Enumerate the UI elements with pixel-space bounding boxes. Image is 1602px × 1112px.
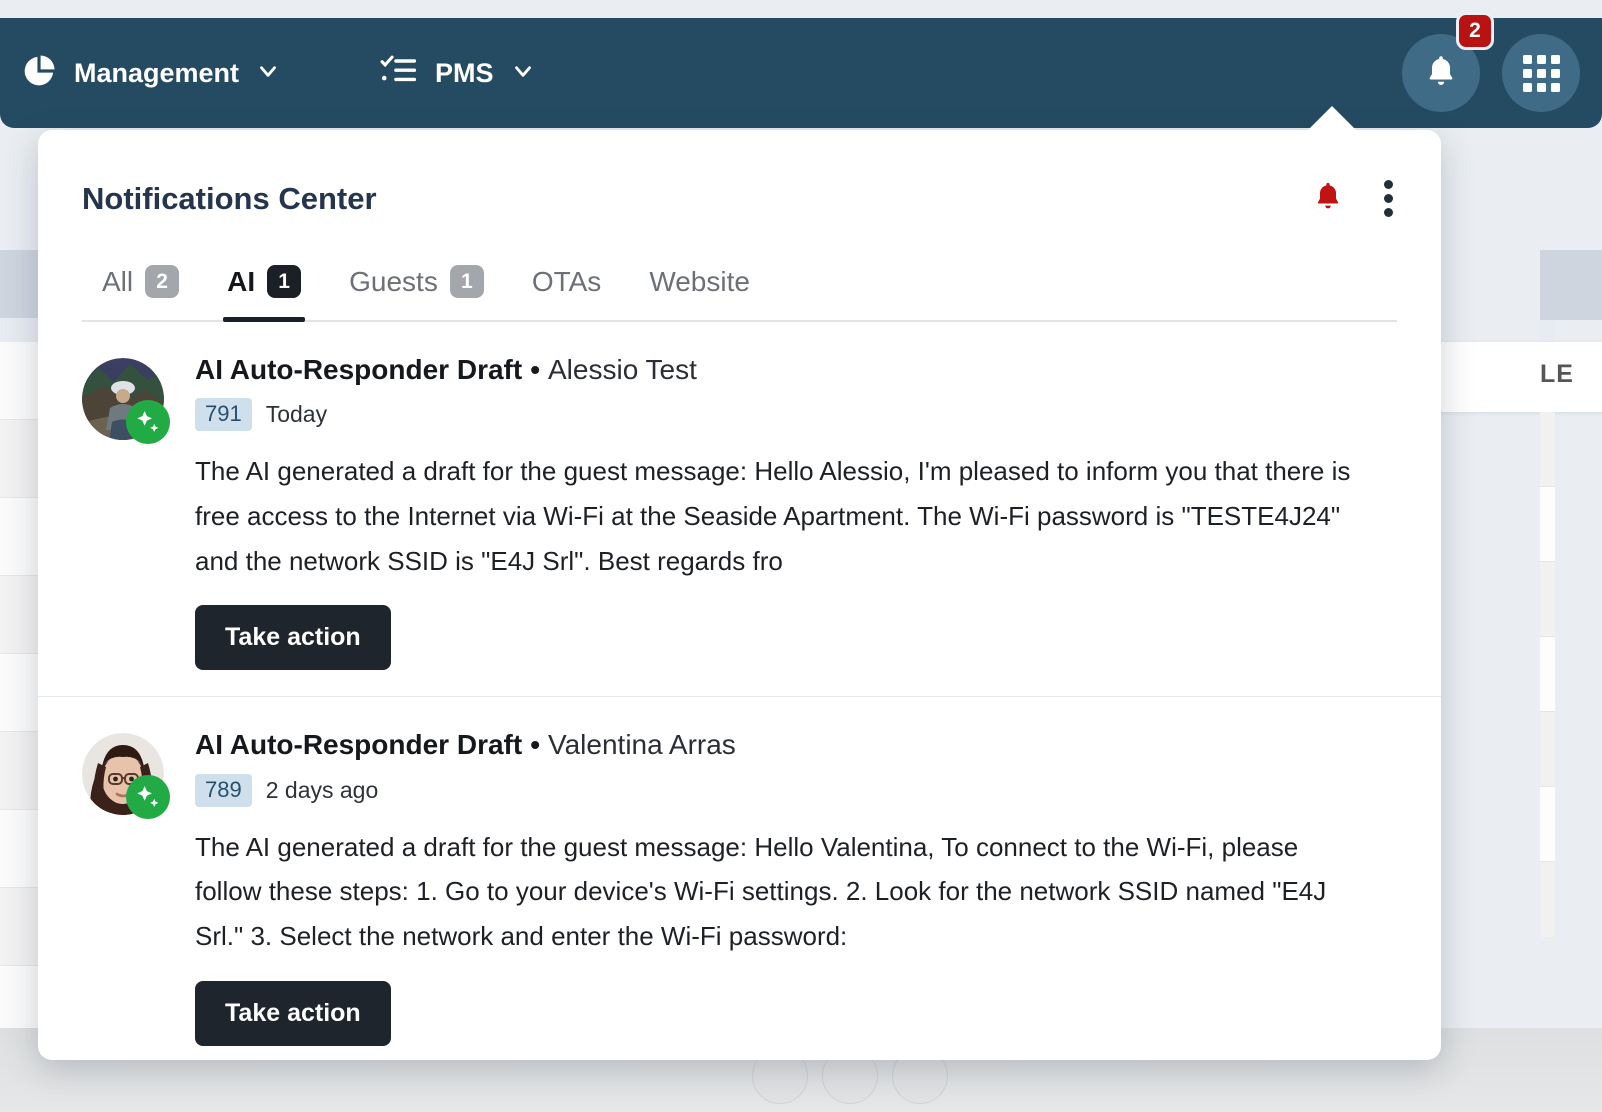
tab-website-label: Website <box>649 266 750 297</box>
page-title: Notifications Center <box>82 180 377 216</box>
notification-id-badge: 789 <box>195 773 252 807</box>
avatar <box>82 358 170 444</box>
notification-tabs: All 2 AI 1 Guests 1 OTAs Website <box>82 265 1397 322</box>
tab-website[interactable]: Website <box>625 266 774 320</box>
notifications-center-popup: Notifications Center All 2 AI 1 Guests 1… <box>38 130 1441 1060</box>
notification-timestamp: Today <box>265 401 328 428</box>
background-right-column: LE <box>1350 250 1602 1112</box>
background-row <box>1540 320 1555 342</box>
tab-all-badge: 2 <box>145 265 180 298</box>
notification-type: AI Auto-Responder Draft <box>195 729 523 761</box>
background-row <box>1540 487 1555 562</box>
notification-type: AI Auto-Responder Draft <box>195 354 523 385</box>
ai-sparkle-icon <box>126 775 170 820</box>
background-selected-block <box>1540 250 1602 320</box>
background-row <box>1540 787 1555 862</box>
tab-guests-badge: 1 <box>449 265 484 298</box>
notification-timestamp: 2 days ago <box>265 776 379 803</box>
bell-icon <box>1423 53 1459 94</box>
notification-title: AI Auto-Responder Draft • Alessio Test <box>195 354 1397 386</box>
tab-guests[interactable]: Guests 1 <box>325 265 508 320</box>
notification-meta: 789 2 days ago <box>195 773 1397 807</box>
tab-guests-label: Guests <box>349 265 438 297</box>
nav-item-pms-label: PMS <box>435 57 494 88</box>
popup-pointer-arrow <box>1306 106 1358 132</box>
notification-content: AI Auto-Responder Draft • Valentina Arras … <box>164 727 1397 1046</box>
background-row <box>1540 412 1555 487</box>
tab-ai-label: AI <box>227 265 256 297</box>
tab-ai-badge: 1 <box>267 265 302 298</box>
notification-guest: Valentina Arras <box>548 729 736 761</box>
notification-item[interactable]: AI Auto-Responder Draft • Valentina Arras … <box>38 697 1441 1071</box>
bell-alert-icon[interactable] <box>1312 180 1344 217</box>
grid-apps-icon <box>1522 54 1560 92</box>
tab-otas-label: OTAs <box>531 266 602 297</box>
tab-otas[interactable]: OTAs <box>508 266 625 320</box>
notification-separator: • <box>530 729 540 761</box>
top-navbar: Management PMS 2 <box>0 12 1602 128</box>
background-row <box>1540 637 1555 712</box>
checklist-icon <box>379 51 419 96</box>
notifications-center-header-actions <box>1312 176 1397 221</box>
notification-id-badge: 791 <box>195 398 252 432</box>
tab-ai[interactable]: AI 1 <box>203 265 325 322</box>
ai-sparkle-icon <box>126 400 170 444</box>
take-action-button[interactable]: Take action <box>195 980 391 1046</box>
notifications-center-header: Notifications Center <box>38 130 1441 221</box>
navbar-right-actions: 2 <box>1402 12 1580 112</box>
take-action-button[interactable]: Take action <box>195 605 391 671</box>
notification-separator: • <box>530 354 540 385</box>
notification-text: The AI generated a draft for the guest m… <box>195 456 1351 576</box>
more-vertical-icon[interactable] <box>1380 176 1397 221</box>
notifications-badge: 2 <box>1456 12 1494 50</box>
chevron-down-icon <box>255 58 281 89</box>
tab-all[interactable]: All 2 <box>82 265 203 320</box>
tab-all-label: All <box>102 265 134 297</box>
notification-guest: Alessio Test <box>548 354 697 385</box>
background-row <box>1540 862 1555 937</box>
nav-item-management-label: Management <box>74 57 240 88</box>
notifications-button[interactable]: 2 <box>1402 12 1494 112</box>
avatar <box>82 733 170 820</box>
notification-title: AI Auto-Responder Draft • Valentina Arras <box>195 729 1397 761</box>
notification-content: AI Auto-Responder Draft • Alessio Test 791… <box>164 352 1397 671</box>
notification-item[interactable]: AI Auto-Responder Draft • Alessio Test 791… <box>38 322 1441 698</box>
background-row <box>1540 712 1555 787</box>
nav-item-pms[interactable]: PMS <box>379 51 536 96</box>
background-card-title: LE <box>1540 360 1574 388</box>
notification-text: The AI generated a draft for the guest m… <box>195 831 1327 951</box>
pie-chart-icon <box>20 52 58 95</box>
nav-item-management[interactable]: Management <box>20 52 281 95</box>
notification-meta: 791 Today <box>195 398 1397 432</box>
apps-grid-button[interactable] <box>1502 34 1580 112</box>
background-row <box>1540 562 1555 637</box>
chevron-down-icon <box>510 58 536 89</box>
